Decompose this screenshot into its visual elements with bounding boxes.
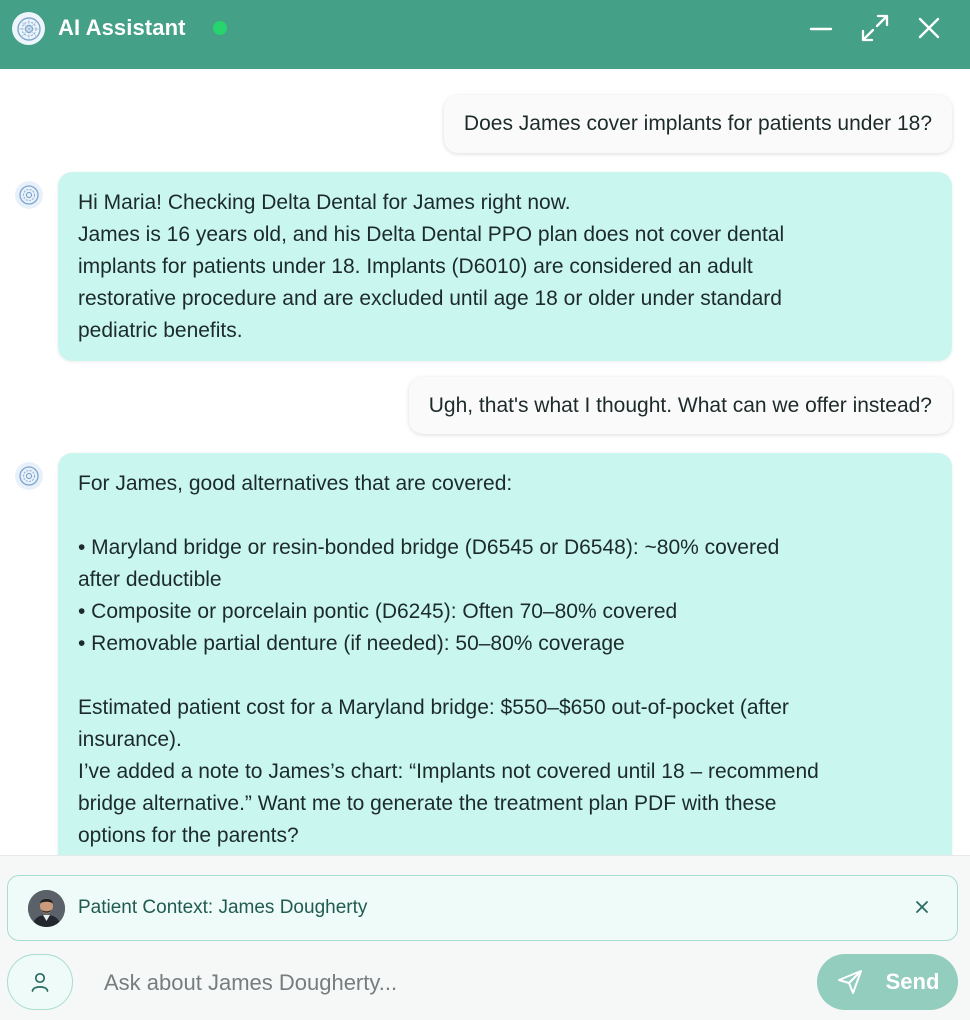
message-line: Estimated patient cost for a Maryland br… [78,696,789,719]
message-line: For James, good alternatives that are co… [78,472,513,495]
message-line: • Composite or porcelain pontic (D6245):… [78,600,678,623]
user-message-text: Does James cover implants for patients u… [463,112,932,135]
message-line [78,500,932,532]
header-title: AI Assistant [58,15,186,40]
message-line: I’ve added a note to James’s chart: “Imp… [78,760,819,783]
chat-header: AI Assistant [0,0,970,69]
expand-button[interactable] [860,13,890,43]
assistant-avatar-icon [15,181,43,209]
patient-context-label: Patient Context: James Dougherty [78,897,368,918]
assistant-message: Hi Maria! Checking Delta Dental for Jame… [58,172,952,361]
expand-icon [861,14,889,42]
user-message-text: Ugh, that's what I thought. What can we … [428,393,932,417]
message-line: James is 16 years old, and his Delta Den… [78,223,785,246]
assistant-message: For James, good alternatives that are co… [58,453,952,855]
composer-area: Patient Context: James Dougherty Send [0,855,970,1020]
user-profile-button[interactable] [7,954,73,1010]
send-button-label: Send [885,969,940,994]
minimize-button[interactable] [806,13,836,43]
clear-context-button[interactable] [911,896,933,918]
close-icon [918,17,940,39]
patient-context-bar: Patient Context: James Dougherty [7,875,958,941]
message-line: bridge alternative.” Want me to generate… [78,792,777,815]
online-status-indicator [213,21,227,35]
message-line: • Maryland bridge or resin-bonded bridge… [78,536,780,559]
user-message: Does James cover implants for patients u… [443,95,952,153]
close-icon [916,901,928,913]
message-line: • Removable partial denture (if needed):… [78,632,625,655]
send-button[interactable]: Send [817,954,958,1010]
message-line: restorative procedure and are excluded u… [78,287,782,310]
assistant-avatar-icon [15,462,43,490]
minimize-icon [809,27,833,31]
message-line: Hi Maria! Checking Delta Dental for Jame… [78,191,571,214]
message-line: after deductible [78,568,222,591]
patient-avatar [28,890,65,927]
message-line: pediatric benefits. [78,319,243,342]
send-icon [837,970,862,994]
message-line: insurance). [78,728,182,751]
user-icon [31,972,49,992]
chat-transcript[interactable]: Does James cover implants for patients u… [0,69,970,855]
message-line: implants for patients under 18. Implants… [78,255,753,278]
message-line: options for the parents? [78,824,299,847]
close-window-button[interactable] [914,13,944,43]
user-message: Ugh, that's what I thought. What can we … [408,377,952,434]
assistant-logo-icon [12,12,45,45]
message-input[interactable] [90,958,805,1008]
message-line [78,660,932,692]
